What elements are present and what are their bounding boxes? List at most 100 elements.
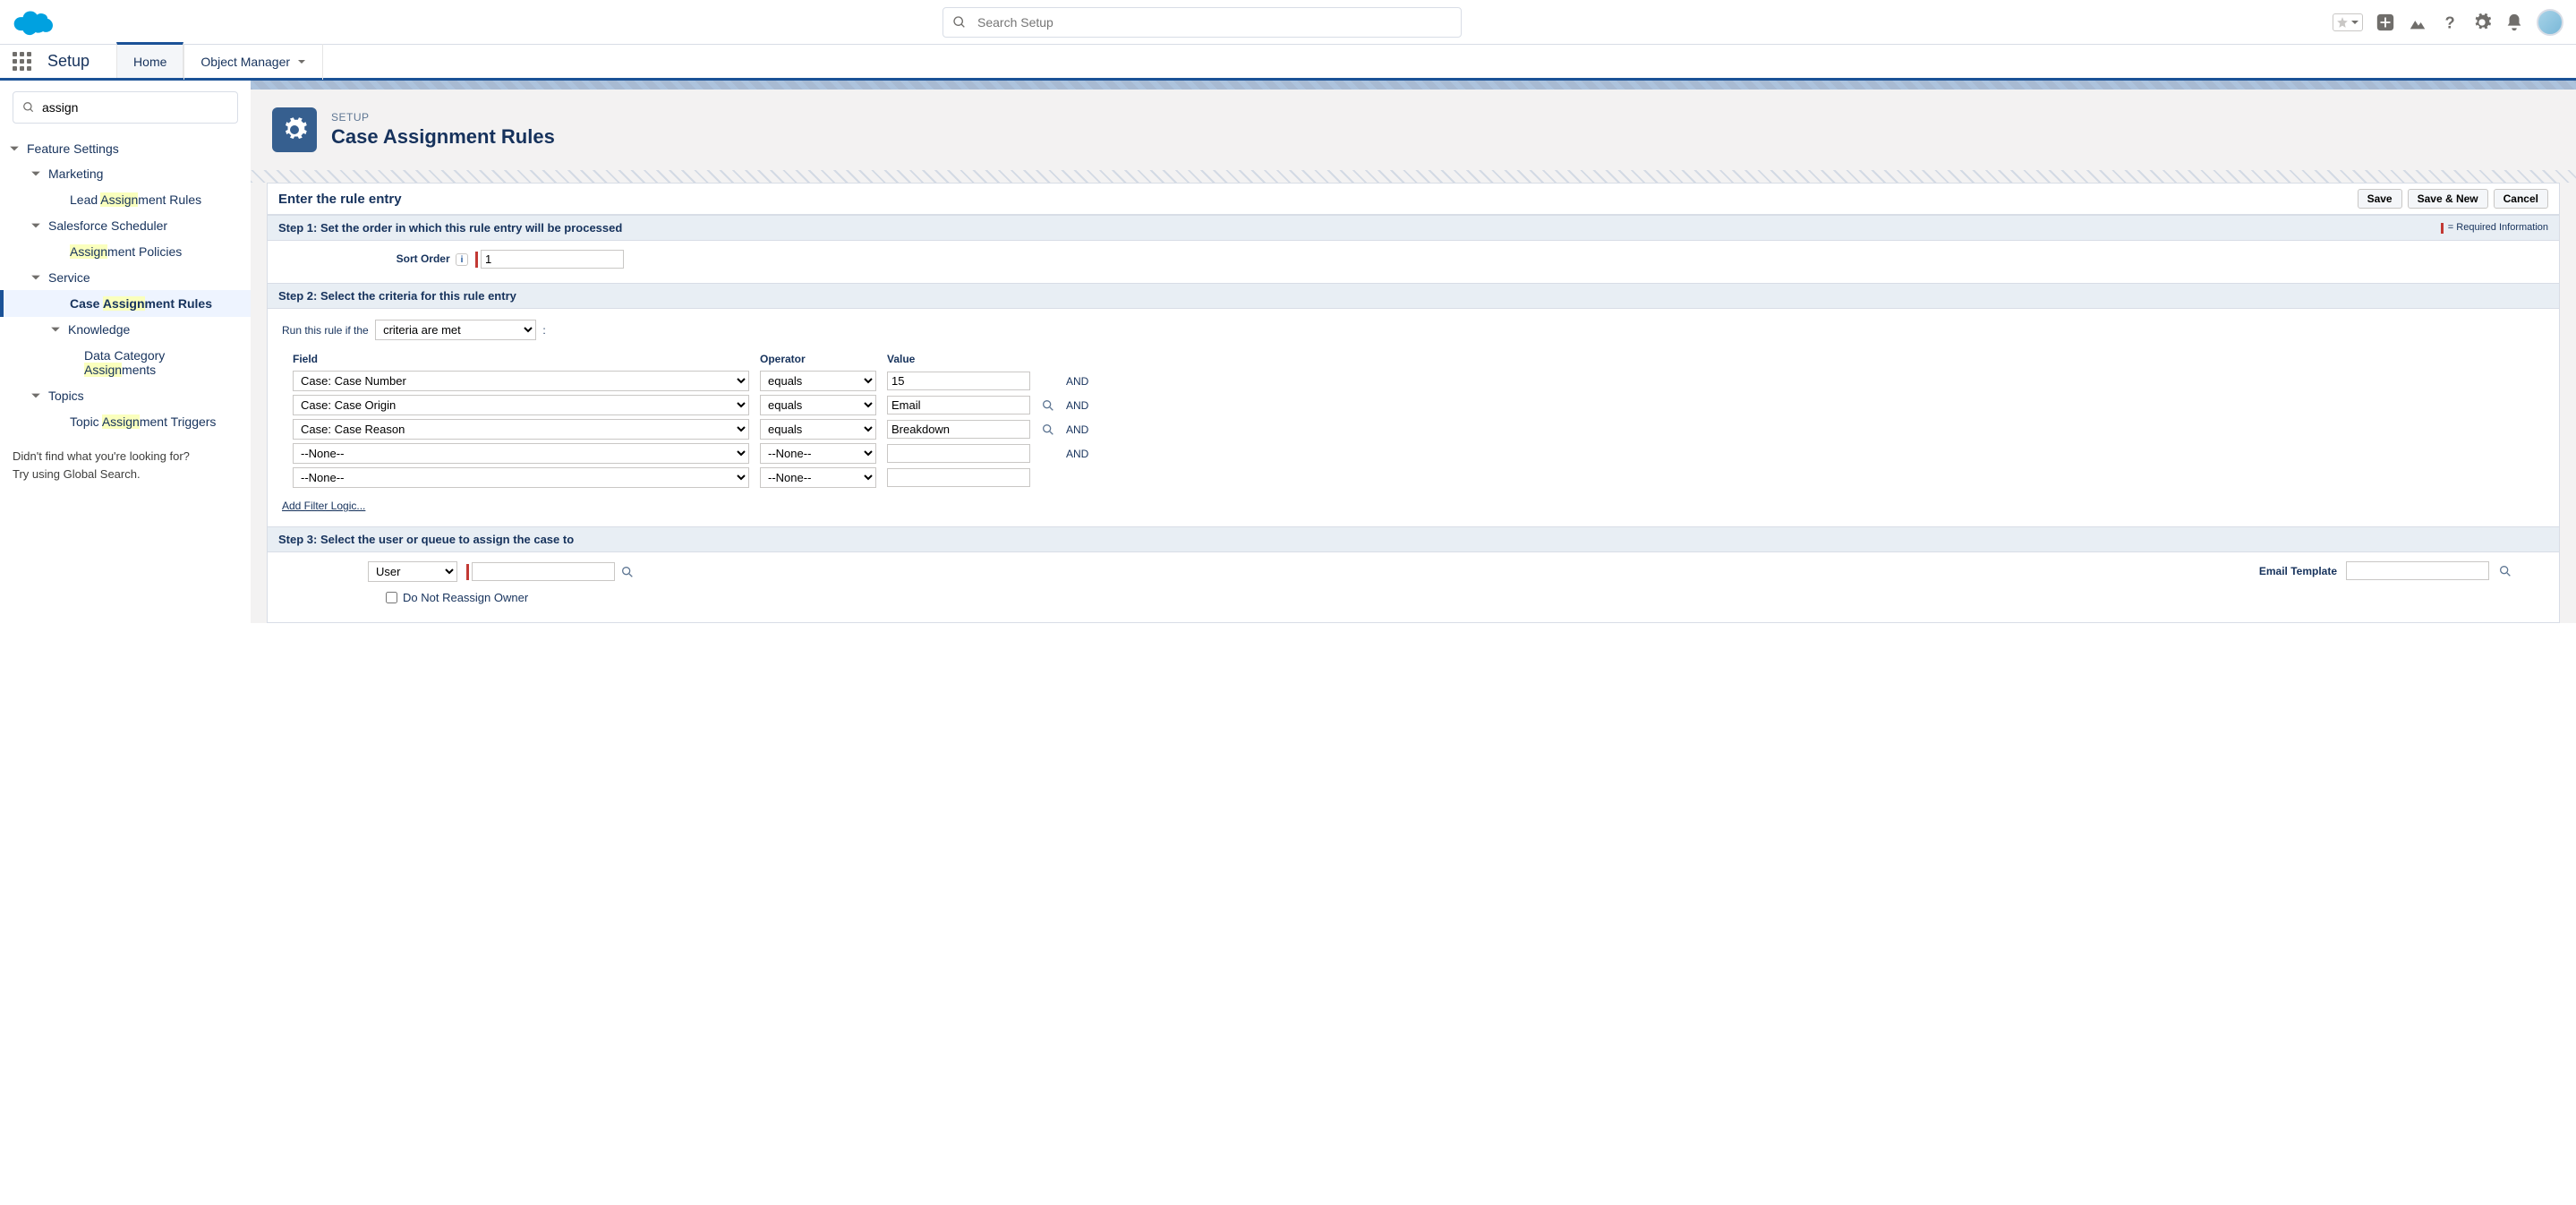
tree-label: Topics <box>48 389 84 403</box>
chevron-down-icon <box>30 272 41 283</box>
criteria-field-select[interactable]: --None-- <box>293 467 749 488</box>
info-icon[interactable]: i <box>456 253 468 266</box>
criteria-field-select[interactable]: --None-- <box>293 443 749 464</box>
sidebar-help-text: Didn't find what you're looking for? Try… <box>0 435 251 495</box>
trailhead-icon[interactable] <box>2408 13 2427 32</box>
run-rule-row: Run this rule if the criteria are met : <box>282 320 2548 340</box>
criteria-value-input[interactable] <box>887 372 1030 390</box>
tree-section-marketing[interactable]: Marketing <box>0 161 251 186</box>
criteria-value-input[interactable] <box>887 468 1030 487</box>
and-text: AND <box>1061 369 1094 393</box>
sort-order-label: Sort Order i <box>278 252 475 267</box>
criteria-operator-select[interactable]: --None-- <box>760 443 876 464</box>
criteria-row: Case: Case Reason equals AND <box>287 417 1094 441</box>
tree-label: Knowledge <box>68 322 130 337</box>
step2-header: Step 2: Select the criteria for this rul… <box>268 283 2559 309</box>
col-value: Value <box>882 349 1036 369</box>
chevron-down-icon <box>30 390 41 401</box>
criteria-row: Case: Case Number equals AND <box>287 369 1094 393</box>
chevron-down-icon <box>30 168 41 179</box>
gear-icon <box>272 107 317 152</box>
global-search[interactable] <box>943 7 1462 38</box>
criteria-row: --None-- --None-- <box>287 466 1094 490</box>
notifications-bell-icon[interactable] <box>2504 13 2524 32</box>
lookup-icon[interactable] <box>2498 564 2512 578</box>
do-not-reassign-label: Do Not Reassign Owner <box>403 591 528 604</box>
tree-section-feature-settings[interactable]: Feature Settings <box>0 136 251 161</box>
global-header: ? <box>0 0 2576 45</box>
quick-find[interactable] <box>13 91 238 124</box>
tab-label: Home <box>133 55 166 69</box>
required-indicator <box>475 252 478 268</box>
tab-home[interactable]: Home <box>116 42 183 78</box>
add-button[interactable] <box>2376 13 2395 32</box>
rule-entry-form: Enter the rule entry Save Save & New Can… <box>267 183 2560 623</box>
quick-find-input[interactable] <box>42 100 228 115</box>
tab-label: Object Manager <box>200 55 290 69</box>
run-rule-select[interactable]: criteria are met <box>375 320 536 340</box>
chevron-down-icon <box>2350 18 2359 27</box>
header-actions: ? <box>2333 9 2563 36</box>
and-text: AND <box>1061 441 1094 466</box>
tree-item-assignment-policies[interactable]: Assignment Policies <box>0 238 251 265</box>
criteria-operator-select[interactable]: --None-- <box>760 467 876 488</box>
criteria-field-select[interactable]: Case: Case Origin <box>293 395 749 415</box>
tree-section-topics[interactable]: Topics <box>0 383 251 408</box>
content-area: SETUP Case Assignment Rules Enter the ru… <box>251 81 2576 623</box>
page-header: SETUP Case Assignment Rules <box>251 90 2576 170</box>
star-icon <box>2336 16 2349 29</box>
tree-item-topic-assignment-triggers[interactable]: Topic Assignment Triggers <box>0 408 251 435</box>
and-text: AND <box>1061 417 1094 441</box>
tree-section-service[interactable]: Service <box>0 265 251 290</box>
lookup-icon[interactable] <box>1041 423 1055 437</box>
criteria-operator-select[interactable]: equals <box>760 371 876 391</box>
lookup-icon[interactable] <box>620 565 635 579</box>
favorites-button[interactable] <box>2333 13 2363 31</box>
criteria-value-input[interactable] <box>887 396 1030 414</box>
assign-type-select[interactable]: User <box>368 561 457 582</box>
and-text: AND <box>1061 393 1094 417</box>
col-operator: Operator <box>755 349 882 369</box>
email-template-input[interactable] <box>2346 561 2489 580</box>
app-launcher-button[interactable] <box>13 52 31 71</box>
save-button[interactable]: Save <box>2358 189 2402 209</box>
tree-label: Marketing <box>48 167 103 181</box>
and-text <box>1061 466 1094 490</box>
chevron-down-icon <box>297 57 306 66</box>
add-filter-logic-link[interactable]: Add Filter Logic... <box>282 500 365 512</box>
tree-item-data-category-assignments[interactable]: Data Category Assignments <box>0 342 251 383</box>
tab-object-manager[interactable]: Object Manager <box>183 44 323 80</box>
tree-label: Feature Settings <box>27 141 119 156</box>
svg-text:?: ? <box>2445 13 2455 31</box>
settings-gear-icon[interactable] <box>2472 13 2492 32</box>
criteria-operator-select[interactable]: equals <box>760 395 876 415</box>
page-title: Case Assignment Rules <box>331 125 555 149</box>
tree-label: Salesforce Scheduler <box>48 218 167 233</box>
sort-order-input[interactable] <box>481 250 624 269</box>
criteria-value-input[interactable] <box>887 420 1030 439</box>
tree-item-case-assignment-rules[interactable]: Case Assignment Rules <box>0 290 251 317</box>
criteria-field-select[interactable]: Case: Case Number <box>293 371 749 391</box>
criteria-value-input[interactable] <box>887 444 1030 463</box>
criteria-operator-select[interactable]: equals <box>760 419 876 440</box>
global-search-input[interactable] <box>977 15 1452 30</box>
help-icon[interactable]: ? <box>2440 13 2460 32</box>
lookup-icon[interactable] <box>1041 398 1055 413</box>
tree-section-salesforce-scheduler[interactable]: Salesforce Scheduler <box>0 213 251 238</box>
setup-sidebar: Feature Settings Marketing Lead Assignme… <box>0 81 251 623</box>
chevron-down-icon <box>9 143 20 154</box>
step1-header: Step 1: Set the order in which this rule… <box>268 215 2559 241</box>
col-field: Field <box>287 349 755 369</box>
email-template-label: Email Template <box>2259 565 2337 577</box>
user-avatar[interactable] <box>2537 9 2563 36</box>
app-title: Setup <box>47 52 90 71</box>
do-not-reassign-checkbox[interactable] <box>386 592 397 603</box>
assign-user-input[interactable] <box>472 562 615 581</box>
criteria-field-select[interactable]: Case: Case Reason <box>293 419 749 440</box>
tree-item-lead-assignment-rules[interactable]: Lead Assignment Rules <box>0 186 251 213</box>
chevron-down-icon <box>30 220 41 231</box>
breadcrumb: SETUP <box>331 111 555 124</box>
tree-section-knowledge[interactable]: Knowledge <box>0 317 251 342</box>
cancel-button[interactable]: Cancel <box>2494 189 2548 209</box>
save-and-new-button[interactable]: Save & New <box>2408 189 2488 209</box>
